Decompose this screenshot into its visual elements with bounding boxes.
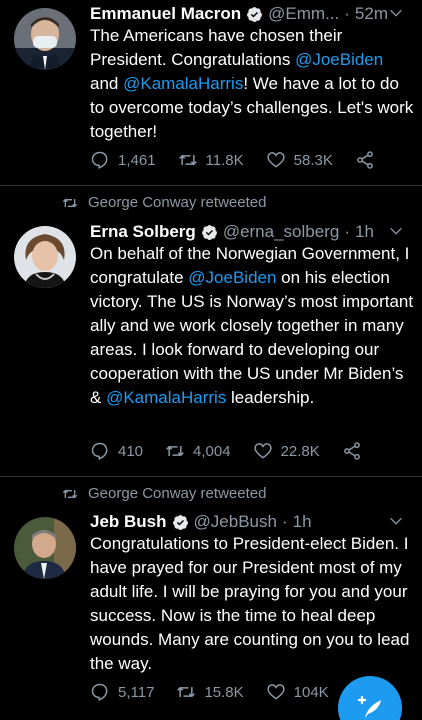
reply-icon bbox=[91, 151, 108, 169]
retweet-icon bbox=[62, 198, 78, 207]
tweet-text-part: on his election victory. The US is Norwa… bbox=[90, 268, 414, 407]
tweet-text-part: Congratulations to President-elect Biden… bbox=[90, 534, 410, 673]
timestamp[interactable]: 52m bbox=[355, 4, 388, 24]
heart-icon bbox=[253, 443, 272, 459]
tweet[interactable]: George Conway retweeted Erna Solberg @er… bbox=[0, 186, 422, 477]
mention-link[interactable]: @KamalaHarris bbox=[123, 74, 243, 93]
timestamp[interactable]: 1h bbox=[355, 222, 374, 242]
retweet-count: 15.8K bbox=[204, 683, 244, 701]
heart-icon bbox=[266, 684, 285, 700]
like-button[interactable]: 104K bbox=[266, 682, 329, 702]
avatar[interactable] bbox=[14, 8, 76, 70]
retweet-context: George Conway retweeted bbox=[62, 194, 266, 211]
retweet-icon bbox=[178, 154, 197, 166]
chevron-down-icon[interactable] bbox=[388, 5, 404, 21]
reply-icon bbox=[91, 442, 108, 460]
reply-count: 1,461 bbox=[118, 151, 156, 169]
verified-badge-icon bbox=[172, 514, 188, 530]
share-button[interactable] bbox=[355, 150, 383, 170]
retweet-button[interactable]: 15.8K bbox=[176, 682, 244, 702]
reply-icon bbox=[91, 683, 108, 701]
tweet-header: Erna Solberg @erna_solberg · 1h bbox=[90, 222, 408, 242]
retweet-icon bbox=[166, 445, 184, 457]
heart-icon bbox=[266, 152, 285, 168]
reply-button[interactable]: 410 bbox=[90, 441, 143, 461]
reply-count: 410 bbox=[118, 442, 144, 460]
retweet-count: 4,004 bbox=[193, 442, 231, 460]
tweet[interactable]: Emmanuel Macron @Emm... · 52m The Americ… bbox=[0, 0, 422, 186]
mention-link[interactable]: @JoeBiden bbox=[295, 50, 383, 69]
tweet-text: Congratulations to President-elect Biden… bbox=[90, 532, 415, 676]
author-handle[interactable]: @erna_solberg bbox=[223, 222, 340, 242]
tweet-text-part: leadership. bbox=[226, 388, 315, 407]
avatar[interactable] bbox=[14, 517, 76, 579]
retweet-button[interactable]: 11.8K bbox=[178, 150, 244, 170]
separator-dot: · bbox=[344, 4, 350, 23]
reply-count: 5,117 bbox=[118, 683, 155, 701]
reply-button[interactable]: 1,461 bbox=[90, 150, 156, 170]
author-name[interactable]: Emmanuel Macron bbox=[90, 4, 241, 24]
reply-button[interactable]: 5,117 bbox=[90, 682, 154, 702]
like-count: 22.8K bbox=[280, 442, 320, 460]
tweet-text: On behalf of the Norwegian Government, I… bbox=[90, 242, 415, 410]
tweet-actions: 1,461 11.8K 58.3K bbox=[90, 150, 382, 170]
tweet-header: Jeb Bush @JebBush · 1h bbox=[90, 512, 408, 532]
verified-badge-icon bbox=[201, 224, 217, 240]
verified-badge-icon bbox=[247, 6, 263, 22]
share-icon bbox=[356, 151, 373, 169]
chevron-down-icon[interactable] bbox=[388, 513, 404, 529]
like-count: 104K bbox=[293, 683, 329, 701]
mention-link[interactable]: @KamalaHarris bbox=[106, 388, 226, 407]
author-name[interactable]: Jeb Bush bbox=[90, 512, 167, 532]
timestamp[interactable]: 1h bbox=[293, 512, 312, 532]
like-count: 58.3K bbox=[293, 151, 333, 169]
tweet-actions: 410 4,004 22.8K bbox=[90, 441, 382, 461]
retweet-icon bbox=[62, 489, 78, 498]
tweet-text-part: and bbox=[90, 74, 124, 93]
tweet-header: Emmanuel Macron @Emm... · 52m bbox=[90, 4, 408, 24]
like-button[interactable]: 22.8K bbox=[253, 441, 320, 461]
author-name[interactable]: Erna Solberg bbox=[90, 222, 196, 242]
share-icon bbox=[343, 442, 360, 460]
share-button[interactable] bbox=[342, 441, 370, 461]
avatar[interactable] bbox=[14, 226, 76, 288]
retweet-button[interactable]: 4,004 bbox=[165, 441, 231, 461]
chevron-down-icon[interactable] bbox=[388, 223, 404, 239]
retweeted-by-label[interactable]: George Conway retweeted bbox=[88, 485, 266, 502]
compose-tweet-icon bbox=[357, 695, 381, 718]
mention-link[interactable]: @JoeBiden bbox=[188, 268, 276, 287]
retweet-count: 11.8K bbox=[205, 151, 244, 169]
retweet-context: George Conway retweeted bbox=[62, 485, 266, 502]
like-button[interactable]: 58.3K bbox=[266, 150, 333, 170]
separator-dot: · bbox=[344, 222, 350, 241]
author-handle[interactable]: @JebBush bbox=[194, 512, 277, 532]
retweeted-by-label[interactable]: George Conway retweeted bbox=[88, 194, 266, 211]
tweet-text: The Americans have chosen their Presiden… bbox=[90, 24, 415, 144]
author-handle[interactable]: @Emm... bbox=[268, 4, 339, 24]
retweet-icon bbox=[177, 686, 196, 698]
separator-dot: · bbox=[281, 512, 288, 531]
